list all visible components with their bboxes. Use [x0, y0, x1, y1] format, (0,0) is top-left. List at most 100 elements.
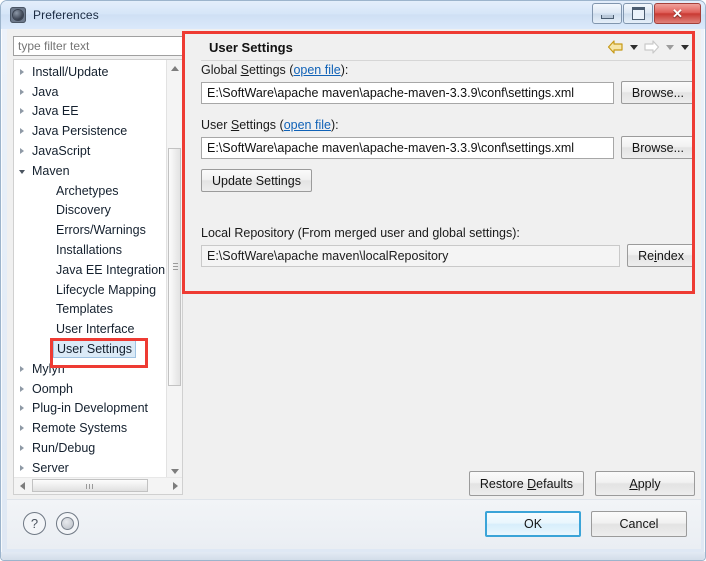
tree-item-errors-warnings[interactable]: Errors/Warnings	[14, 220, 169, 240]
tree-item-mylyn[interactable]: Mylyn	[14, 359, 169, 379]
tree-horizontal-scrollbar[interactable]	[14, 477, 182, 494]
close-button[interactable]: ✕	[654, 3, 701, 24]
tree-item-install-update[interactable]: Install/Update	[14, 62, 169, 82]
triangle-right-icon	[20, 464, 24, 471]
tree-item-server[interactable]: Server	[14, 458, 169, 478]
tree-item-archetypes[interactable]: Archetypes	[14, 181, 169, 201]
tree-item-lifecycle-mapping[interactable]: Lifecycle Mapping	[14, 280, 169, 300]
preferences-tree[interactable]: Install/Update Java Java EE Java Persistenc…	[13, 59, 183, 495]
tree-item-plug-in-development[interactable]: Plug-in Development	[14, 399, 169, 419]
tree-item-maven[interactable]: Maven	[14, 161, 169, 181]
apply-button[interactable]: Apply	[595, 471, 695, 496]
global-settings-open-file-link[interactable]: open file	[293, 63, 340, 77]
preferences-gear-icon	[10, 7, 26, 23]
tree-item-label: Mylyn	[32, 361, 65, 376]
local-repository-path-input	[201, 244, 621, 267]
tree-item-label: Remote Systems	[32, 421, 128, 436]
tree-item-oomph[interactable]: Oomph	[14, 379, 169, 399]
reindex-label-prefix: Re	[638, 248, 655, 263]
horizontal-scroll-thumb[interactable]	[32, 479, 148, 492]
tree-expander-collapsed-icon[interactable]	[14, 445, 30, 452]
tree-item-run-debug[interactable]: Run/Debug	[14, 438, 169, 458]
back-arrow-icon[interactable]	[606, 38, 625, 56]
global-settings-path-input[interactable]	[201, 81, 614, 104]
vertical-scroll-thumb[interactable]	[168, 148, 181, 386]
tree-item-label: JavaScript	[32, 144, 91, 159]
user-settings-label-prefix: User	[201, 118, 231, 132]
global-settings-label-mnemonic: S	[240, 63, 249, 77]
reindex-button[interactable]: Reindex	[627, 244, 695, 267]
tree-item-java-ee-integration[interactable]: Java EE Integration	[14, 260, 169, 280]
tree-item-label: Java Persistence	[32, 124, 128, 139]
tree-item-discovery[interactable]: Discovery	[14, 201, 169, 221]
tree-expander-collapsed-icon[interactable]	[14, 405, 30, 412]
tree-item-label: User Settings	[53, 340, 137, 359]
preferences-dialog: Preferences ✕ Install/Update Java Java EE J…	[0, 0, 706, 561]
user-settings-path-input[interactable]	[201, 136, 614, 159]
user-settings-paren-close: ):	[330, 118, 339, 132]
filter-input[interactable]	[13, 36, 183, 56]
tree-item-javascript[interactable]: JavaScript	[14, 141, 169, 161]
ok-button[interactable]: OK	[485, 511, 581, 537]
dialog-footer: ? OK Cancel	[7, 499, 701, 549]
scroll-grip-icon	[86, 484, 94, 489]
tree-expander-collapsed-icon[interactable]	[14, 148, 30, 155]
panel-toolbar	[606, 38, 691, 56]
minimize-icon	[600, 14, 614, 19]
tree-item-templates[interactable]: Templates	[14, 300, 169, 320]
maximize-button[interactable]	[623, 3, 653, 24]
user-settings-browse-button[interactable]: Browse...	[620, 136, 695, 159]
tree-expander-collapsed-icon[interactable]	[14, 425, 30, 432]
scroll-right-button[interactable]	[167, 478, 182, 493]
maximize-icon	[631, 7, 645, 20]
footer-icon-group: ?	[23, 512, 79, 535]
update-settings-button[interactable]: Update Settings	[201, 169, 312, 192]
back-dropdown-icon[interactable]	[627, 38, 640, 56]
reindex-label-rest: ndex	[656, 248, 684, 263]
tree-expander-collapsed-icon[interactable]	[14, 365, 30, 372]
scroll-grip-icon	[173, 263, 178, 271]
tree-item-user-settings[interactable]: User Settings	[14, 339, 169, 359]
tree-vertical-scrollbar[interactable]	[166, 60, 182, 479]
scroll-up-button[interactable]	[167, 60, 182, 76]
minimize-button[interactable]	[592, 3, 622, 24]
tree-expander-collapsed-icon[interactable]	[14, 464, 30, 471]
tree-expander-collapsed-icon[interactable]	[14, 108, 30, 115]
global-settings-paren-close: ):	[340, 63, 349, 77]
title-bar: Preferences ✕	[1, 1, 705, 29]
user-settings-label-mnemonic: S	[230, 118, 240, 132]
tree-expander-collapsed-icon[interactable]	[14, 88, 30, 95]
tree-item-java-ee[interactable]: Java EE	[14, 102, 169, 122]
user-settings-open-file-link[interactable]: open file	[284, 118, 331, 132]
tree-item-user-interface[interactable]: User Interface	[14, 319, 169, 339]
tree-item-label: Maven	[32, 163, 70, 178]
triangle-right-icon	[20, 148, 24, 155]
tree-item-label: Java EE Integration	[56, 262, 166, 277]
tree-expander-collapsed-icon[interactable]	[14, 68, 30, 75]
cancel-button[interactable]: Cancel	[591, 511, 687, 537]
scroll-left-button[interactable]	[14, 478, 30, 493]
oomph-recorder-icon[interactable]	[56, 512, 79, 535]
triangle-right-icon	[20, 365, 24, 372]
panel-divider[interactable]	[191, 29, 193, 499]
window-controls: ✕	[591, 3, 701, 24]
global-settings-browse-button[interactable]: Browse...	[620, 81, 695, 104]
tree-item-java[interactable]: Java	[14, 82, 169, 102]
tree-item-java-persistence[interactable]: Java Persistence	[14, 121, 169, 141]
triangle-right-icon	[20, 108, 24, 115]
forward-dropdown-icon[interactable]	[663, 38, 676, 56]
restore-defaults-button[interactable]: Restore Defaults	[468, 471, 584, 496]
forward-arrow-icon[interactable]	[642, 38, 661, 56]
tree-item-label: Lifecycle Mapping	[56, 282, 157, 297]
triangle-right-icon	[20, 385, 24, 392]
tree-item-label: Discovery	[56, 203, 111, 218]
tree-item-installations[interactable]: Installations	[14, 240, 169, 260]
help-question-icon[interactable]: ?	[23, 512, 46, 535]
window-title: Preferences	[33, 8, 99, 22]
triangle-right-icon	[20, 425, 24, 432]
view-menu-icon[interactable]	[678, 38, 691, 56]
tree-expander-expanded-icon[interactable]	[14, 168, 30, 174]
tree-item-remote-systems[interactable]: Remote Systems	[14, 418, 169, 438]
tree-expander-collapsed-icon[interactable]	[14, 128, 30, 135]
tree-expander-collapsed-icon[interactable]	[14, 385, 30, 392]
